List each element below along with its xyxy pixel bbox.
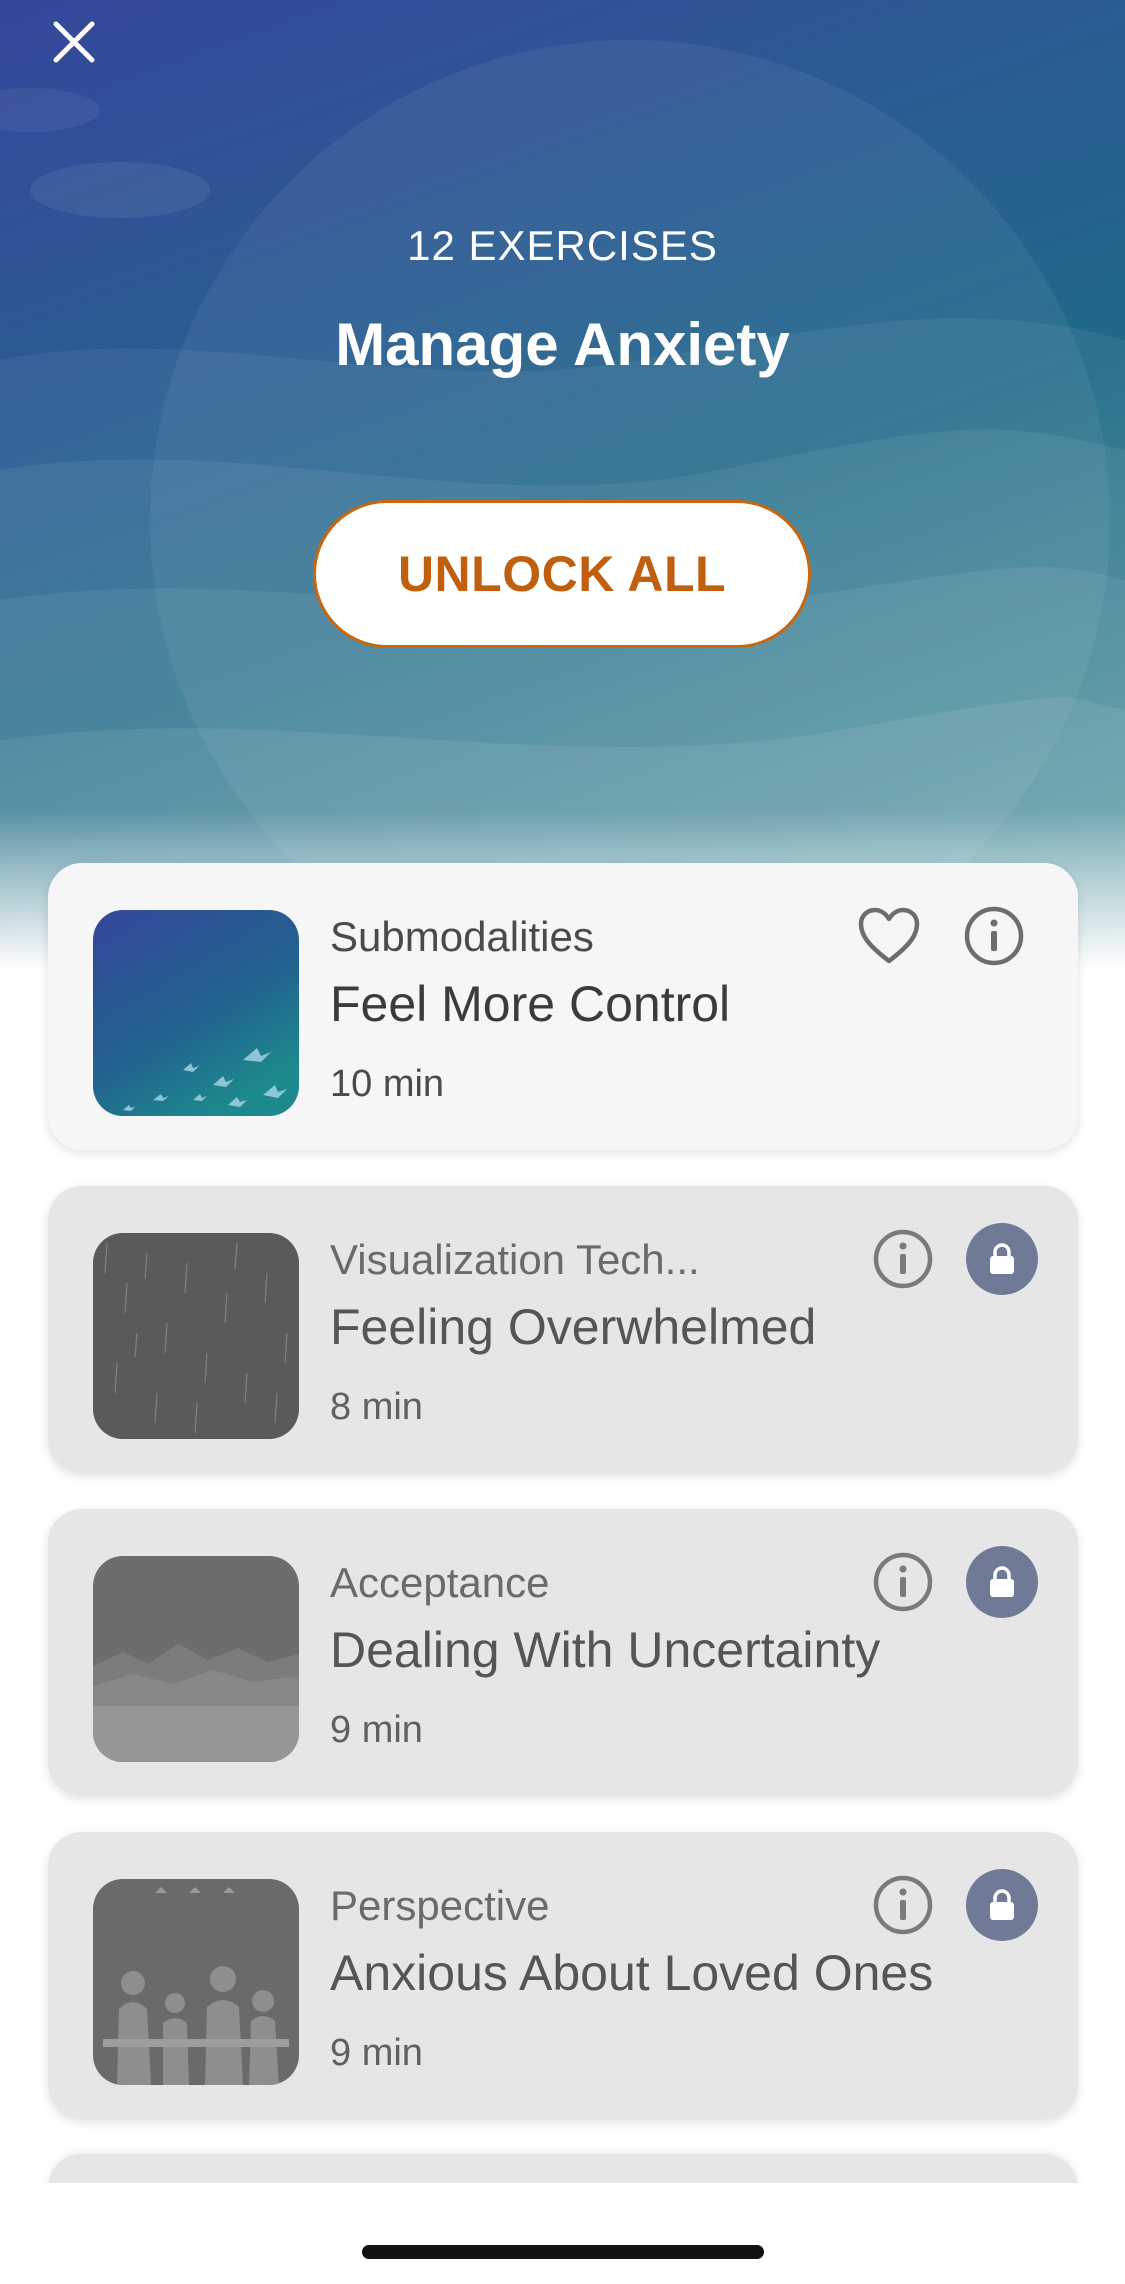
info-icon — [873, 1875, 933, 1935]
exercise-program-screen: 12 EXERCISES Manage Anxiety UNLOCK ALL S… — [0, 0, 1125, 2284]
unlock-all-button[interactable]: UNLOCK ALL — [313, 500, 811, 648]
exercise-thumbnail — [93, 1556, 299, 1762]
exercise-duration: 9 min — [330, 1709, 423, 1751]
lock-badge — [966, 1546, 1038, 1618]
exercise-title: Anxious About Loved Ones — [330, 1945, 934, 2001]
exercise-duration: 8 min — [330, 1386, 423, 1428]
exercise-category: Visualization Tech... — [330, 1236, 700, 1283]
lock-badge — [966, 1869, 1038, 1941]
favorite-button[interactable] — [856, 903, 922, 969]
info-button[interactable] — [870, 1226, 936, 1292]
exercise-count: 12 EXERCISES — [407, 222, 718, 269]
bottom-safe-area — [0, 2183, 1125, 2284]
exercise-category: Acceptance — [330, 1559, 550, 1606]
exercise-category: Perspective — [330, 1882, 550, 1929]
exercise-thumbnail — [93, 1879, 299, 2085]
close-icon — [53, 21, 95, 63]
exercise-duration: 10 min — [330, 1063, 445, 1105]
close-button[interactable] — [50, 18, 118, 86]
exercise-thumbnail — [93, 1233, 299, 1439]
exercise-card[interactable]: Submodalities Feel More Control 10 min — [48, 863, 1078, 1150]
program-header: 12 EXERCISES Manage Anxiety UNLOCK ALL — [0, 0, 1125, 970]
exercise-title: Feeling Overwhelmed — [330, 1299, 817, 1355]
info-button[interactable] — [870, 1872, 936, 1938]
exercise-title: Dealing With Uncertainty — [330, 1622, 881, 1678]
info-icon — [873, 1229, 933, 1289]
info-button[interactable] — [961, 903, 1027, 969]
lock-icon — [990, 1566, 1014, 1597]
lock-badge — [966, 1223, 1038, 1295]
exercise-category: Submodalities — [330, 913, 594, 960]
exercise-card[interactable]: Acceptance Dealing With Uncertainty 9 mi… — [48, 1509, 1078, 1796]
home-indicator[interactable] — [362, 2245, 764, 2259]
lock-icon — [990, 1243, 1014, 1274]
page-title: Manage Anxiety — [335, 311, 790, 378]
lock-icon — [990, 1889, 1014, 1920]
exercise-duration: 9 min — [330, 2032, 423, 2074]
heart-icon — [858, 907, 920, 964]
exercise-title: Feel More Control — [330, 976, 731, 1032]
exercise-card[interactable]: Perspective Anxious About Loved Ones 9 m… — [48, 1832, 1078, 2119]
hero-background-art — [0, 40, 1125, 970]
info-icon — [964, 906, 1024, 966]
info-icon — [873, 1552, 933, 1612]
exercise-card[interactable]: Visualization Tech... Feeling Overwhelme… — [48, 1186, 1078, 1473]
info-button[interactable] — [870, 1549, 936, 1615]
exercise-thumbnail — [93, 910, 299, 1116]
